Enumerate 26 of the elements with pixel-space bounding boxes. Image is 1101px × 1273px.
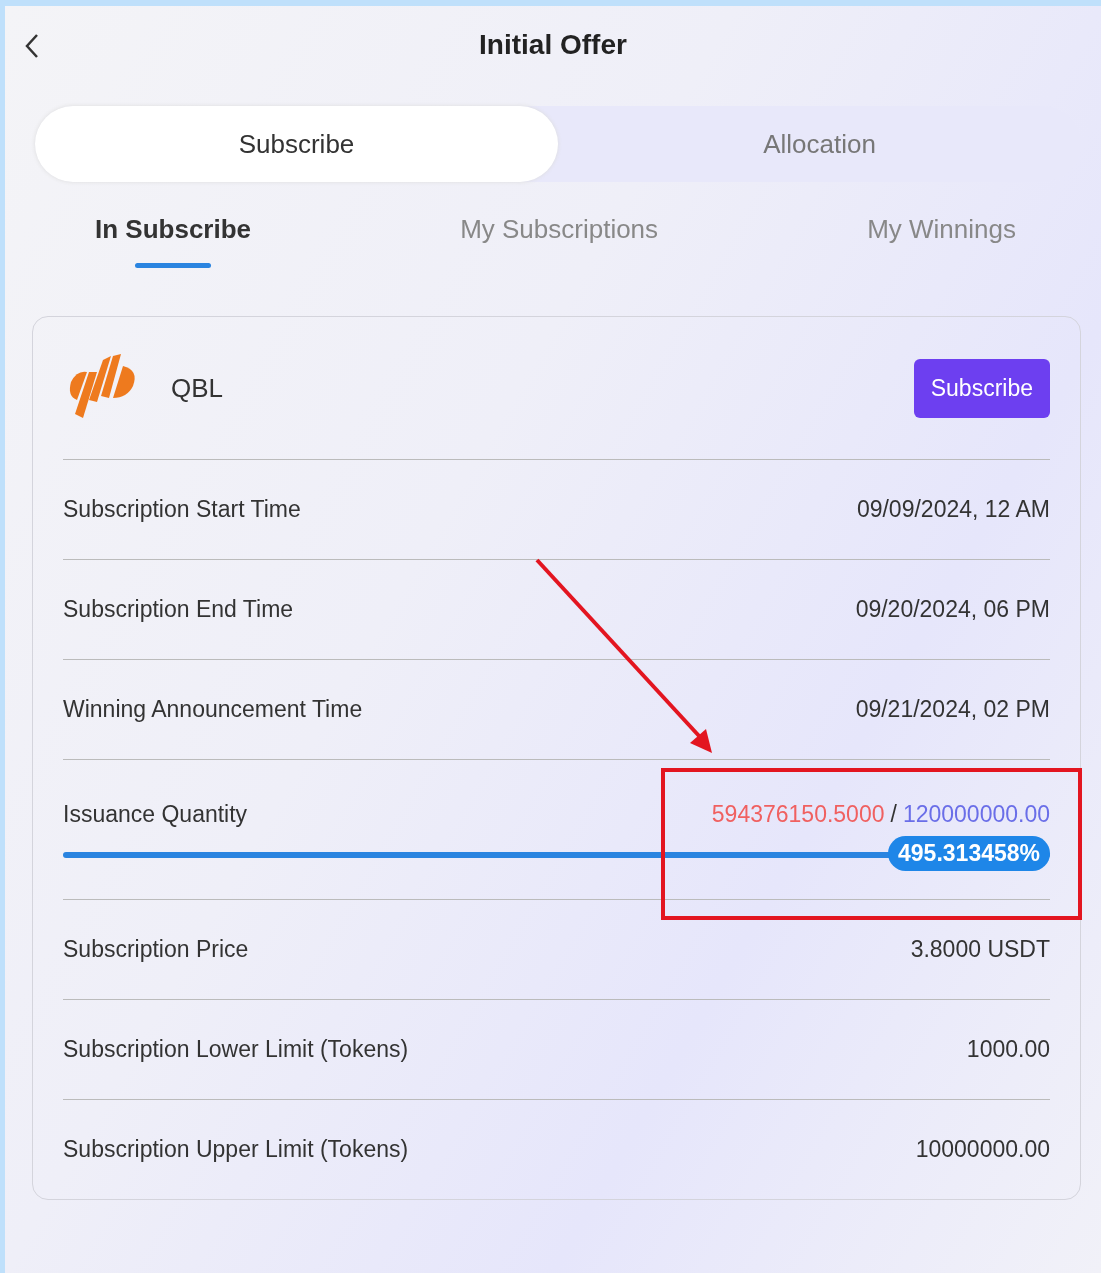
total-amount: 120000000.00 [902,801,1050,827]
row-value: 09/21/2024, 02 PM [855,696,1050,723]
subscribed-amount: 594376150.5000 [711,801,885,827]
slash-separator: / [890,801,897,827]
percent-badge: 495.313458% [888,836,1050,871]
row-label: Issuance Quantity [63,801,248,828]
row-value: 09/09/2024, 12 AM [856,496,1050,523]
row-label: Subscription Price [63,936,249,963]
tab[interactable]: My Subscriptions [460,202,659,268]
row-value: 09/20/2024, 06 PM [855,596,1050,623]
segment-tab[interactable]: Allocation [558,106,1081,182]
tab[interactable]: In Subscribe [95,202,252,268]
tab[interactable]: My Winnings [867,202,1016,268]
back-icon[interactable] [23,32,41,60]
row-value: 10000000.00 [915,1136,1050,1163]
row-label: Winning Announcement Time [63,696,363,723]
token-name: QBL [171,372,225,404]
page-title: Initial Offer [479,29,627,61]
row-label: Subscription Start Time [63,496,301,523]
segment-tab[interactable]: Subscribe [35,106,558,182]
row-value: 1000.00 [966,1036,1050,1063]
row-label: Subscription End Time [63,596,294,623]
subscribe-button[interactable]: Subscribe [913,358,1050,418]
row-label: Subscription Lower Limit (Tokens) [63,1036,409,1063]
row-label: Subscription Upper Limit (Tokens) [63,1136,409,1163]
row-value: 3.8000 USDT [910,936,1050,963]
